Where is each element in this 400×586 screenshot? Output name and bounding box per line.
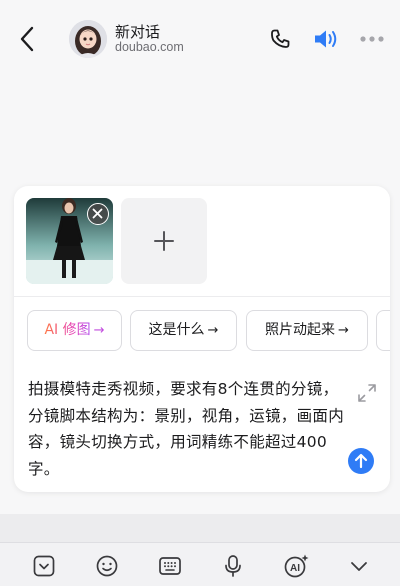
- back-button[interactable]: [14, 24, 42, 54]
- keyboard-button[interactable]: [157, 553, 183, 579]
- more-icon: [360, 36, 384, 42]
- remove-image-button[interactable]: [87, 203, 109, 225]
- collapse-button[interactable]: [31, 553, 57, 579]
- arrow-right-icon: →: [338, 323, 349, 338]
- expand-button[interactable]: [356, 382, 378, 404]
- composer-card: AI 修图 → 这是什么 → 照片动起来 → 拍摄模特走秀视频，要求有8个连贯的分镜，…: [14, 186, 390, 492]
- chip-ai-retouch[interactable]: AI 修图 →: [27, 310, 122, 351]
- speaker-button[interactable]: [312, 27, 340, 51]
- speaker-icon: [315, 30, 337, 48]
- more-button[interactable]: [358, 30, 388, 48]
- collapse-icon: [33, 555, 55, 577]
- chat-subtitle: doubao.com: [115, 40, 184, 54]
- send-button[interactable]: [348, 448, 374, 474]
- chip-what-is-this[interactable]: 这是什么 →: [130, 310, 237, 351]
- prompt-input[interactable]: 拍摄模特走秀视频，要求有8个连贯的分镜，分镜脚本结构为：景别，视角，运镜，画面内…: [28, 376, 346, 482]
- input-toolbar: AI: [0, 542, 400, 586]
- close-icon: [92, 208, 103, 219]
- arrow-right-icon: →: [207, 323, 219, 338]
- expand-icon: [358, 384, 376, 402]
- chip-label: AI 修图: [44, 322, 91, 338]
- microphone-icon: [225, 555, 241, 577]
- ai-icon: AI: [284, 554, 309, 578]
- svg-text:AI: AI: [290, 563, 300, 574]
- quick-action-chips: AI 修图 → 这是什么 → 照片动起来 →: [14, 310, 390, 352]
- add-image-button[interactable]: [121, 198, 207, 284]
- phone-icon: [271, 29, 290, 48]
- emoji-icon: [96, 555, 118, 577]
- chip-animate-photo[interactable]: 照片动起来 →: [246, 310, 368, 351]
- bottom-separator: [0, 514, 400, 544]
- keyboard-icon: [159, 557, 181, 575]
- chevron-down-icon: [351, 562, 367, 571]
- divider: [14, 296, 390, 297]
- arrow-right-icon: →: [93, 323, 105, 338]
- chat-header: 新对话 doubao.com: [0, 0, 400, 80]
- plus-icon: [154, 231, 174, 251]
- chip-more[interactable]: [376, 310, 390, 351]
- voice-button[interactable]: [220, 553, 246, 579]
- call-button[interactable]: [268, 27, 292, 51]
- chip-label: 照片动起来: [265, 322, 336, 338]
- chip-label: 这是什么: [148, 322, 205, 338]
- chevron-left-icon: [20, 26, 34, 52]
- avatar[interactable]: [69, 20, 107, 58]
- hide-toolbar-button[interactable]: [346, 553, 372, 579]
- chat-title: 新对话: [115, 23, 161, 41]
- avatar-image: [69, 20, 107, 58]
- emoji-button[interactable]: [94, 553, 120, 579]
- ai-tools-button[interactable]: AI: [283, 553, 309, 579]
- arrow-up-icon: [354, 453, 368, 469]
